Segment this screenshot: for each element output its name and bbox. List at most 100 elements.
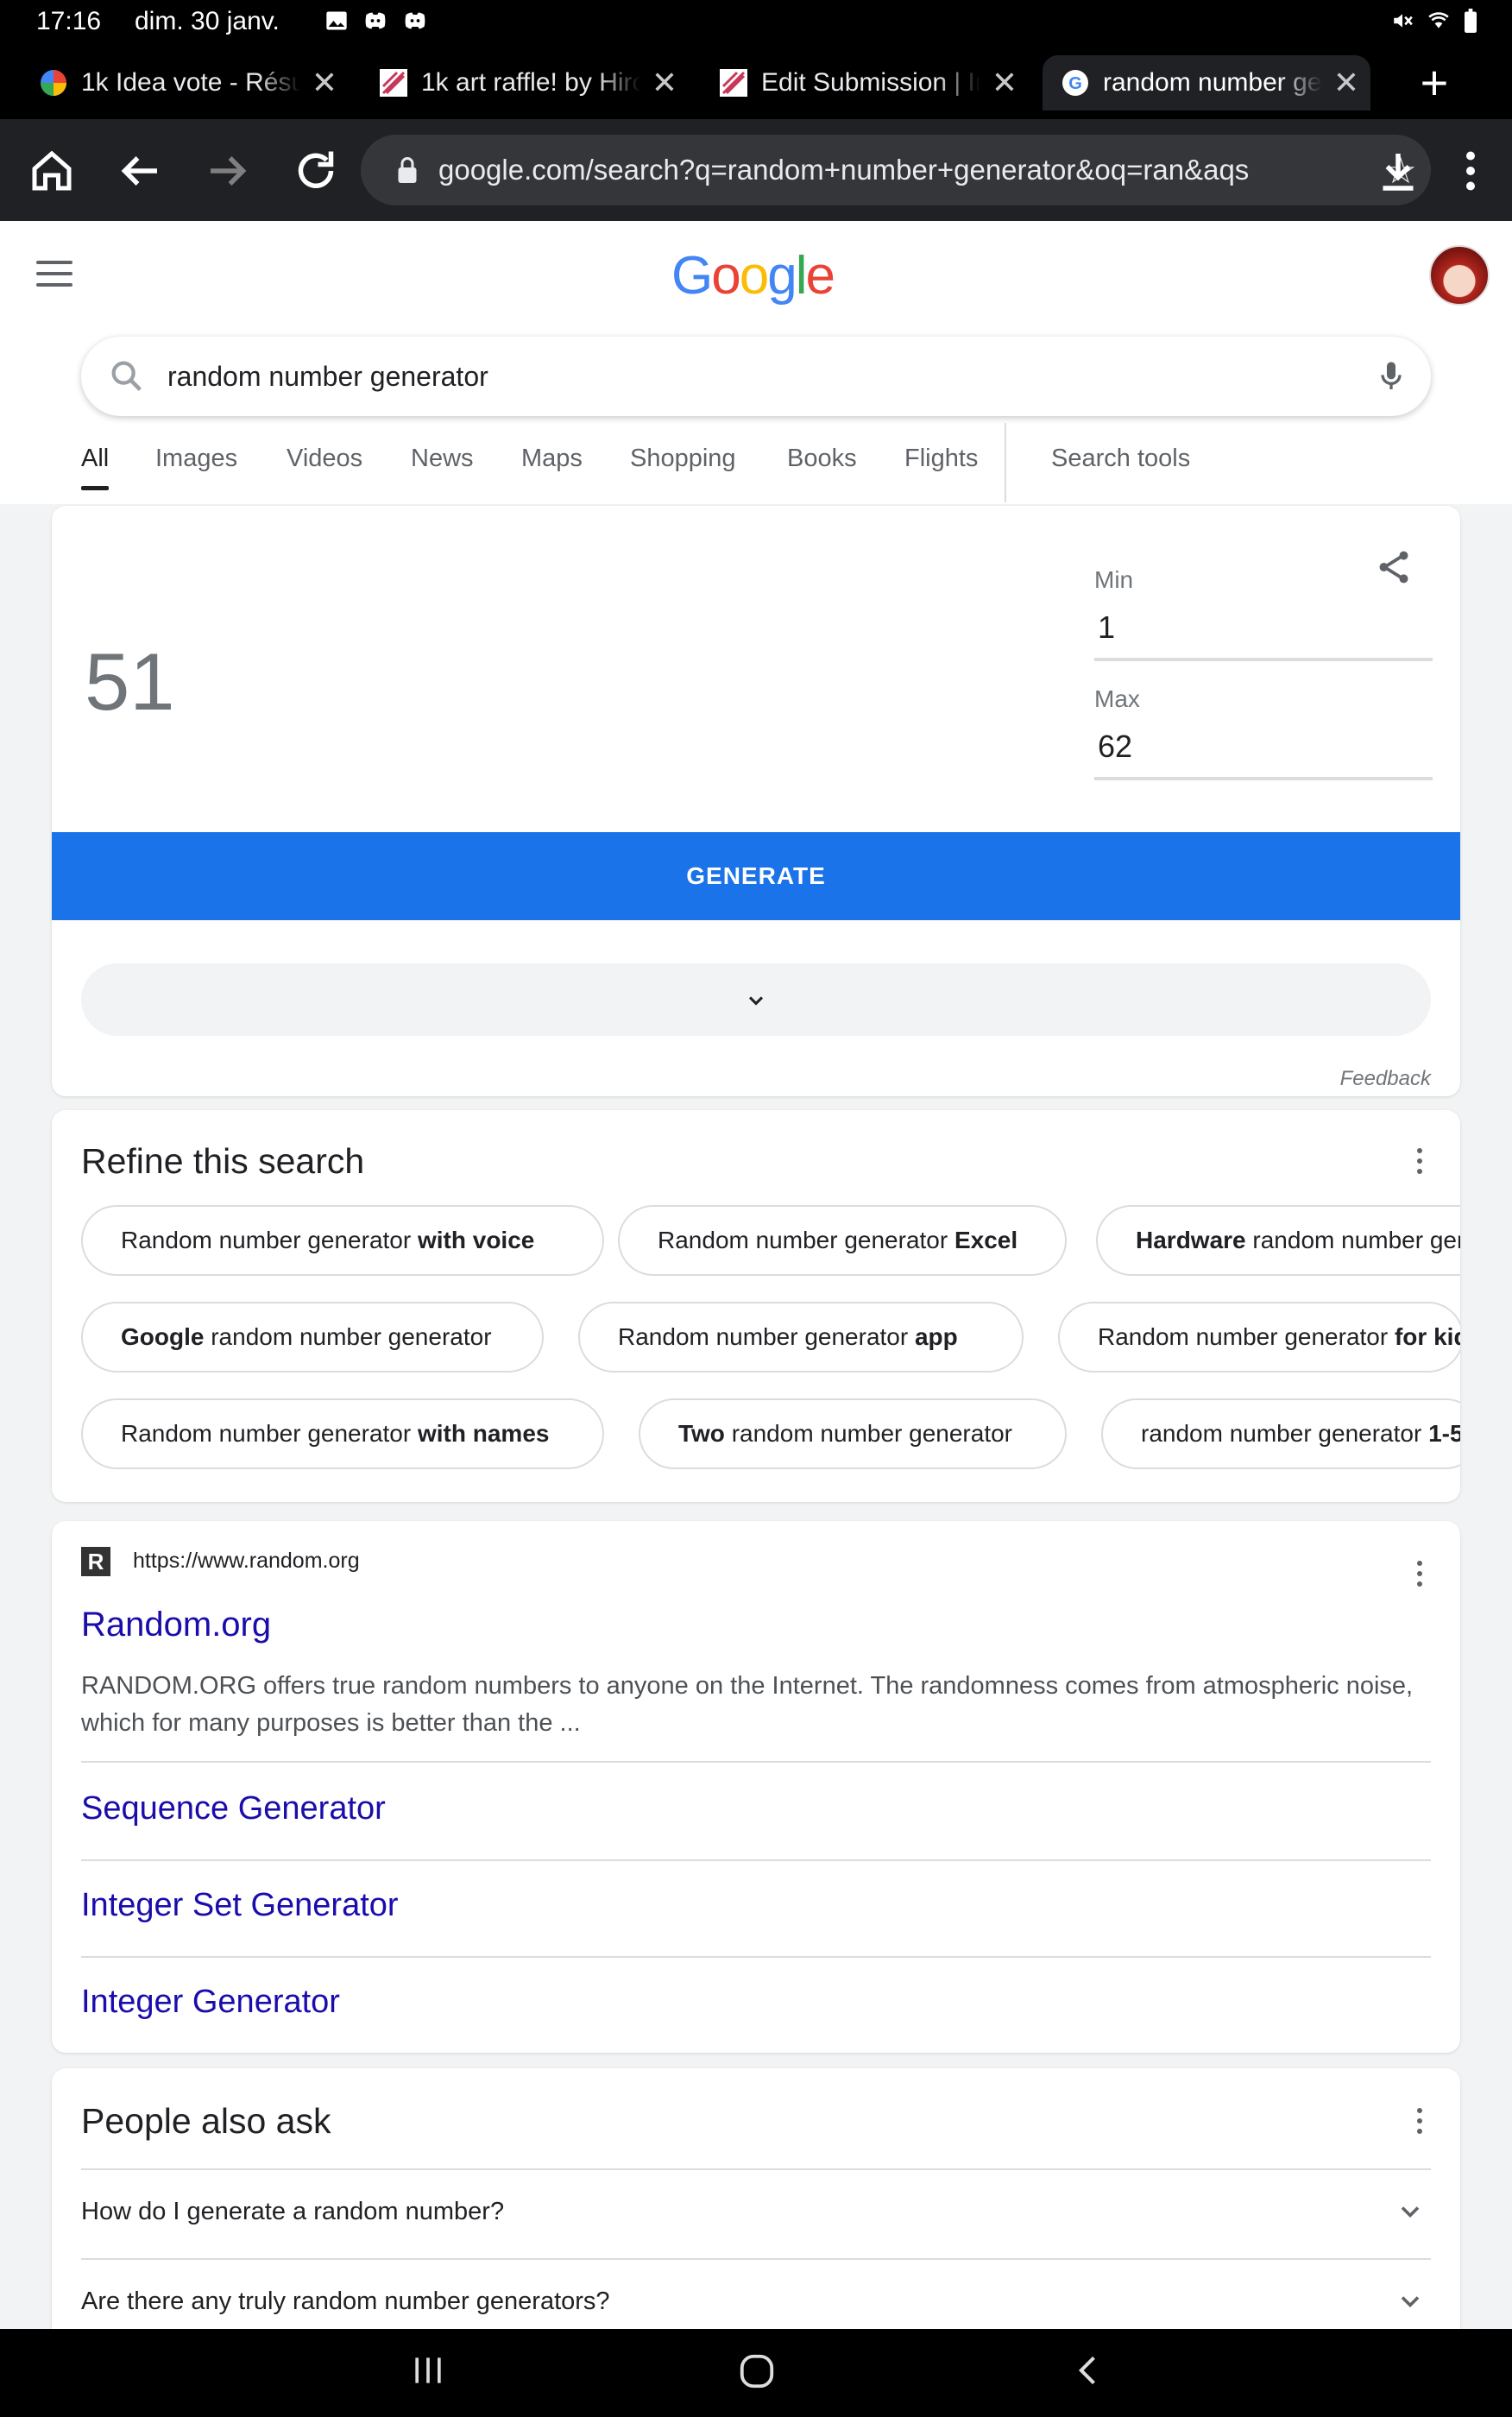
address-bar[interactable]: google.com/search?q=random+number+genera… — [361, 135, 1431, 205]
browser-tab[interactable]: 1k art raffle! by Hiroko ✕ — [361, 55, 689, 110]
notification-icons — [324, 9, 428, 33]
divider — [81, 2168, 1431, 2170]
divider — [81, 1859, 1431, 1861]
min-input[interactable]: 1 — [1098, 609, 1115, 646]
chevron-down-icon[interactable] — [1395, 2286, 1426, 2317]
chevron-down-icon[interactable] — [1395, 2196, 1426, 2227]
paa-question[interactable]: Are there any truly random number genera… — [81, 2288, 610, 2316]
feedback-link[interactable]: Feedback — [1340, 1067, 1431, 1091]
refine-chip[interactable]: random number generator 1-50 — [1101, 1398, 1460, 1469]
google-logo[interactable]: Google — [671, 245, 835, 306]
close-icon[interactable]: ✕ — [640, 65, 689, 101]
search-tools-button[interactable]: Search tools — [1051, 445, 1190, 473]
gallery-icon — [326, 11, 347, 30]
lock-icon — [398, 157, 417, 183]
close-icon[interactable]: ✕ — [1322, 65, 1370, 101]
more-vert-icon[interactable] — [1417, 1148, 1424, 1179]
logo-letter: l — [795, 246, 808, 306]
reload-icon[interactable] — [290, 145, 342, 197]
logo-letter: e — [805, 246, 835, 306]
back-icon[interactable] — [114, 145, 166, 197]
expand-button[interactable] — [81, 963, 1431, 1036]
menu-icon[interactable] — [36, 261, 72, 294]
refine-chip-label: Google random number generator — [121, 1323, 492, 1350]
more-vert-icon[interactable] — [1417, 1561, 1424, 1592]
url-text: google.com/search?q=random+number+genera… — [438, 154, 1250, 186]
home-icon[interactable] — [26, 145, 78, 197]
sitelink[interactable]: Integer Set Generator — [81, 1887, 399, 1924]
inkbunny-icon — [380, 69, 407, 97]
max-input[interactable]: 62 — [1098, 729, 1132, 765]
mute-icon — [1394, 14, 1413, 28]
paa-question[interactable]: How do I generate a random number? — [81, 2198, 504, 2226]
refine-chip-label: Random number generator app — [618, 1323, 958, 1350]
discord-icon — [405, 12, 425, 29]
tab-maps[interactable]: Maps — [521, 445, 583, 473]
browser-tab[interactable]: 1k Idea vote - Résultats ✕ — [21, 55, 349, 110]
more-vert-icon[interactable] — [1445, 145, 1496, 197]
share-icon[interactable] — [1374, 547, 1414, 587]
refine-chip[interactable]: Random number generator with voice — [81, 1205, 604, 1276]
random-result: 51 — [85, 636, 175, 727]
people-also-ask-card: People also ask How do I generate a rand… — [52, 2068, 1460, 2362]
tab-shopping[interactable]: Shopping — [630, 445, 736, 473]
back-button-icon[interactable] — [1070, 2351, 1108, 2389]
close-icon[interactable]: ✕ — [980, 65, 1029, 101]
chevron-down-icon — [748, 996, 764, 1006]
refine-chip-label: Two random number generator — [678, 1420, 1012, 1447]
sitelink[interactable]: Sequence Generator — [81, 1790, 386, 1827]
refine-chip[interactable]: Random number generator app — [578, 1302, 1024, 1373]
refine-chip[interactable]: Random number generator with names — [81, 1398, 604, 1469]
browser-tab-active[interactable]: G random number generator ✕ — [1043, 55, 1370, 110]
microphone-icon[interactable] — [1374, 357, 1408, 395]
refine-chip-label: Random number generator with voice — [121, 1227, 535, 1253]
google-logo-text: Google — [671, 246, 835, 306]
close-icon[interactable]: ✕ — [300, 65, 349, 101]
search-icon — [111, 361, 142, 391]
refine-chip[interactable]: Random number generator for kids — [1058, 1302, 1460, 1373]
result-title[interactable]: Random.org — [81, 1606, 271, 1644]
site-favicon: R — [81, 1547, 110, 1576]
logo-letter: G — [671, 246, 713, 306]
divider — [81, 2258, 1431, 2260]
random-number-generator-card: 51 Min 1 Max 62 GENERATE Feedback — [52, 506, 1460, 1096]
divider — [81, 1956, 1431, 1958]
result-snippet: RANDOM.ORG offers true random numbers to… — [81, 1672, 1414, 1737]
refine-chip-label: Hardware random number generator — [1136, 1227, 1460, 1253]
battery-icon — [1465, 9, 1477, 33]
refine-chip[interactable]: Hardware random number generator — [1096, 1205, 1460, 1276]
tab-all[interactable]: All — [81, 445, 110, 490]
search-input[interactable]: random number generator — [167, 361, 1374, 393]
new-tab-button[interactable]: + — [1408, 59, 1460, 110]
avatar[interactable] — [1429, 245, 1490, 306]
sitelink[interactable]: Integer Generator — [81, 1984, 340, 2021]
discord-icon — [365, 12, 386, 29]
generate-button[interactable]: GENERATE — [52, 832, 1460, 920]
max-underline — [1094, 777, 1433, 780]
home-button-icon[interactable] — [737, 2351, 777, 2391]
tab-news[interactable]: News — [411, 445, 474, 473]
tab-title: 1k Idea vote - Résultats — [81, 68, 300, 97]
svg-text:G: G — [1068, 74, 1082, 93]
download-icon[interactable] — [1372, 145, 1424, 197]
browser-toolbar: google.com/search?q=random+number+genera… — [0, 119, 1512, 221]
system-nav-bar — [0, 2329, 1512, 2417]
refine-chip[interactable]: Google random number generator — [81, 1302, 544, 1373]
tab-title: 1k art raffle! by Hiroko — [421, 68, 640, 97]
tab-flights[interactable]: Flights — [904, 445, 978, 473]
refine-chip[interactable]: Random number generator Excel — [618, 1205, 1067, 1276]
tab-title: Edit Submission | Inkbunny — [761, 68, 980, 97]
browser-tab[interactable]: Edit Submission | Inkbunny ✕ — [701, 55, 1029, 110]
more-vert-icon[interactable] — [1417, 2108, 1424, 2139]
tab-books[interactable]: Books — [787, 445, 857, 473]
min-underline — [1094, 658, 1433, 661]
status-time: 17:16 — [36, 7, 102, 35]
tab-videos[interactable]: Videos — [287, 445, 362, 473]
search-box[interactable]: random number generator — [81, 337, 1431, 416]
refine-chip[interactable]: Two random number generator — [639, 1398, 1067, 1469]
refine-chip-label: Random number generator Excel — [658, 1227, 1018, 1253]
recent-apps-icon[interactable] — [409, 2351, 447, 2389]
forward-icon[interactable] — [202, 145, 254, 197]
tab-images[interactable]: Images — [155, 445, 237, 473]
result-url[interactable]: https://www.random.org — [133, 1549, 360, 1574]
